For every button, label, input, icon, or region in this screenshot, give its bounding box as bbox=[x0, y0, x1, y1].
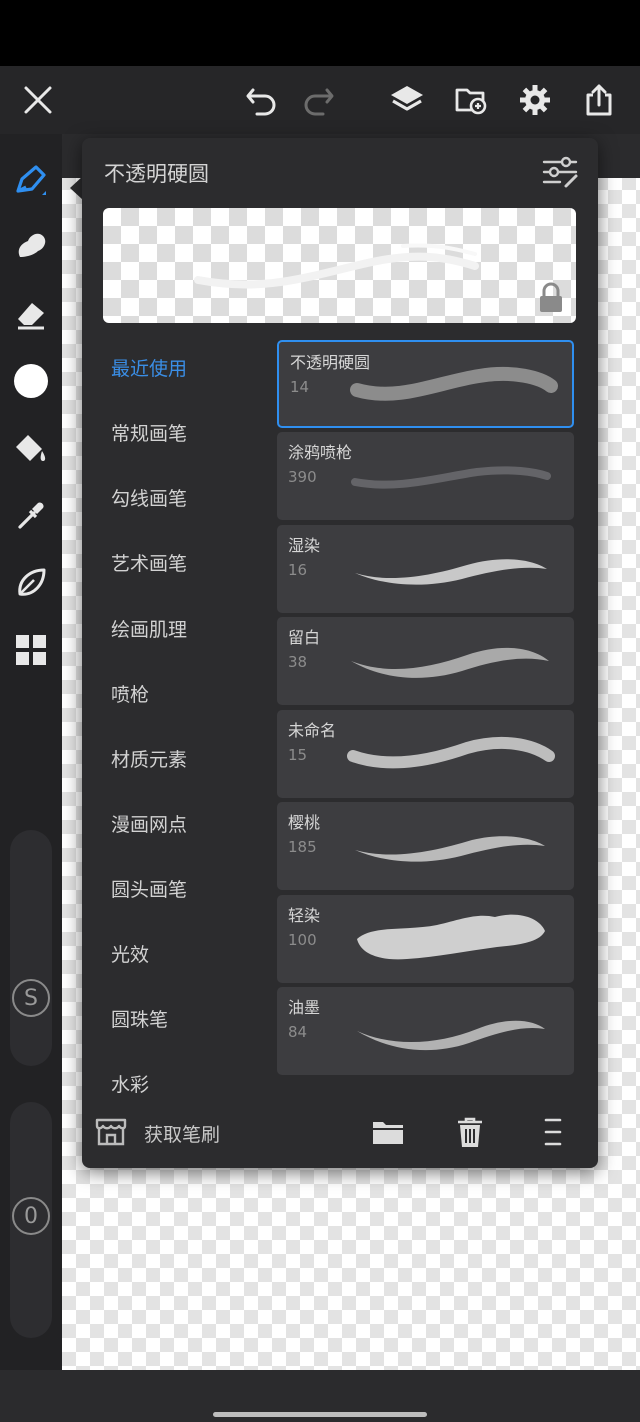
brush-name: 未命名 bbox=[288, 721, 337, 740]
category-item[interactable]: 常规画笔 bbox=[111, 419, 187, 446]
brush-stroke-preview bbox=[351, 647, 549, 678]
brush-name: 湿染 bbox=[288, 536, 321, 555]
menu-icon[interactable] bbox=[534, 1114, 570, 1150]
category-item[interactable]: 最近使用 bbox=[111, 354, 187, 381]
brush-stroke-preview bbox=[357, 914, 545, 960]
brush-size: 185 bbox=[288, 838, 317, 856]
trash-icon[interactable] bbox=[452, 1114, 488, 1150]
brush-library-panel: 不透明硬圆 最近使用 常规画笔 勾线画笔 艺术画笔 绘画肌理 喷枪 材质元素 漫… bbox=[82, 138, 598, 1168]
size-slider-label: S bbox=[24, 985, 38, 1011]
panel-footer: 获取笔刷 bbox=[82, 1100, 598, 1166]
share-button[interactable] bbox=[575, 76, 623, 124]
brush-settings-icon[interactable] bbox=[540, 154, 580, 190]
brush-card[interactable]: 不透明硬圆 14 bbox=[277, 340, 574, 428]
brush-size: 84 bbox=[288, 1023, 308, 1041]
brush-size: 15 bbox=[288, 746, 308, 764]
brush-stroke-preview bbox=[355, 559, 547, 585]
color-picker-button[interactable] bbox=[7, 357, 55, 405]
category-item[interactable]: 漫画网点 bbox=[111, 810, 187, 837]
layers-button[interactable] bbox=[383, 76, 431, 124]
brush-tool-button[interactable] bbox=[7, 156, 55, 204]
brush-name: 不透明硬圆 bbox=[290, 353, 371, 372]
brush-size: 100 bbox=[288, 931, 317, 949]
panel-title: 不透明硬圆 bbox=[104, 162, 209, 186]
category-item[interactable]: 勾线画笔 bbox=[111, 484, 187, 511]
brush-name: 留白 bbox=[288, 628, 321, 647]
more-tools-button[interactable] bbox=[7, 626, 55, 674]
brush-card[interactable]: 轻染 100 bbox=[277, 895, 574, 983]
opacity-slider-label: 0 bbox=[24, 1203, 38, 1229]
eyedropper-icon bbox=[18, 502, 44, 529]
close-button[interactable] bbox=[14, 76, 62, 124]
leaf-icon bbox=[18, 568, 46, 596]
brush-size: 390 bbox=[288, 468, 317, 486]
gallery-icon bbox=[455, 88, 487, 115]
brush-stroke-preview bbox=[357, 1020, 545, 1051]
folder-icon[interactable] bbox=[370, 1114, 406, 1150]
settings-button[interactable] bbox=[511, 76, 559, 124]
redo-button[interactable] bbox=[295, 76, 343, 124]
brush-name: 涂鸦喷枪 bbox=[288, 443, 353, 462]
fill-icon bbox=[16, 435, 46, 461]
share-icon bbox=[586, 84, 612, 116]
undo-icon bbox=[246, 88, 276, 116]
brush-card[interactable]: 留白 38 bbox=[277, 617, 574, 705]
home-indicator bbox=[213, 1412, 427, 1417]
brush-name: 轻染 bbox=[288, 906, 321, 925]
smudge-icon bbox=[18, 233, 46, 257]
brush-preview[interactable] bbox=[103, 208, 576, 323]
size-slider-knob[interactable]: S bbox=[12, 979, 50, 1017]
eraser-tool-button[interactable] bbox=[7, 290, 55, 338]
settings-icon bbox=[520, 85, 550, 115]
grid-icon bbox=[16, 635, 46, 665]
preview-stroke bbox=[194, 243, 479, 289]
category-item[interactable]: 光效 bbox=[111, 940, 149, 967]
eyedropper-tool-button[interactable] bbox=[7, 492, 55, 540]
redo-icon bbox=[304, 88, 334, 116]
category-item[interactable]: 喷枪 bbox=[111, 680, 149, 707]
brush-card[interactable]: 未命名 15 bbox=[277, 710, 574, 798]
tool-sidebar: S 0 bbox=[0, 134, 62, 1370]
status-bar bbox=[0, 0, 640, 66]
category-item[interactable]: 圆头画笔 bbox=[111, 875, 187, 902]
close-icon bbox=[24, 86, 52, 114]
brush-size: 16 bbox=[288, 561, 308, 579]
brush-name: 樱桃 bbox=[288, 813, 321, 832]
lock-icon[interactable] bbox=[537, 282, 565, 314]
brush-icon bbox=[16, 165, 46, 195]
brush-card[interactable]: 涂鸦喷枪 390 bbox=[277, 432, 574, 520]
shape-tool-button[interactable] bbox=[7, 559, 55, 607]
category-item[interactable]: 圆珠笔 bbox=[111, 1005, 168, 1032]
color-icon bbox=[14, 364, 48, 398]
brush-card[interactable]: 樱桃 185 bbox=[277, 802, 574, 890]
top-toolbar bbox=[0, 66, 640, 134]
brush-card[interactable]: 油墨 84 bbox=[277, 987, 574, 1075]
category-item[interactable]: 材质元素 bbox=[111, 745, 187, 772]
brush-name: 油墨 bbox=[288, 998, 321, 1017]
size-slider[interactable] bbox=[10, 830, 52, 1066]
undo-button[interactable] bbox=[237, 76, 285, 124]
smudge-tool-button[interactable] bbox=[7, 222, 55, 270]
category-item[interactable]: 绘画肌理 bbox=[111, 615, 187, 642]
category-item[interactable]: 水彩 bbox=[111, 1070, 149, 1097]
brush-size: 38 bbox=[288, 653, 308, 671]
get-brushes-label[interactable]: 获取笔刷 bbox=[144, 1120, 220, 1147]
brush-card[interactable]: 湿染 16 bbox=[277, 525, 574, 613]
brush-size: 14 bbox=[290, 378, 310, 396]
gallery-button[interactable] bbox=[447, 76, 495, 124]
layers-icon bbox=[391, 86, 423, 111]
opacity-slider-knob[interactable]: 0 bbox=[12, 1197, 50, 1235]
category-item[interactable]: 艺术画笔 bbox=[111, 549, 187, 576]
brush-stroke-preview bbox=[355, 836, 545, 862]
eraser-icon bbox=[18, 303, 44, 330]
fill-tool-button[interactable] bbox=[7, 424, 55, 472]
store-icon[interactable] bbox=[94, 1114, 128, 1148]
